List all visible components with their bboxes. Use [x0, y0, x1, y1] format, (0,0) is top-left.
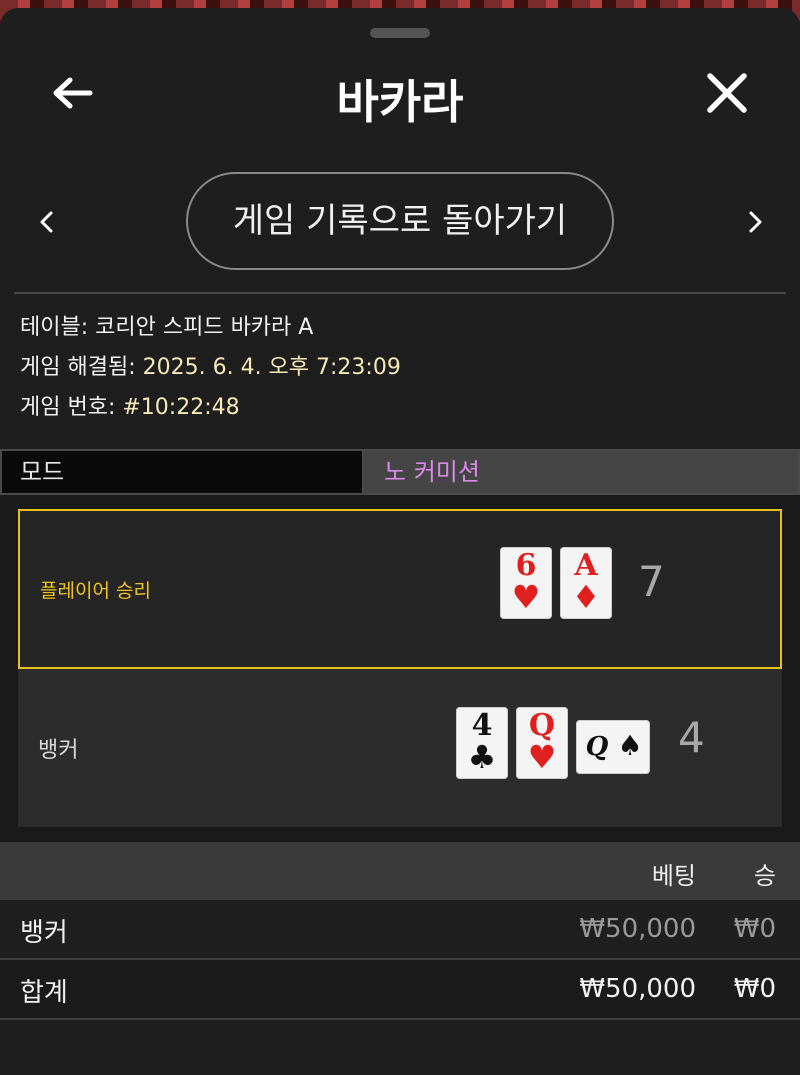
diamond-icon: ♦	[571, 578, 601, 616]
back-to-history-button[interactable]: 게임 기록으로 돌아가기	[186, 172, 614, 270]
game-number-label: 게임 번호:	[20, 395, 116, 420]
playing-card: A ♦	[560, 547, 612, 619]
divider	[14, 292, 786, 294]
table-value: 코리안 스피드 바카라 A	[95, 315, 314, 340]
mode-label: 모드	[2, 451, 362, 493]
close-button[interactable]	[700, 66, 754, 120]
game-nav: 게임 기록으로 돌아가기	[0, 172, 800, 272]
spade-icon: ♠	[617, 729, 643, 762]
bet-name: 뱅커	[20, 918, 68, 948]
player-total: 7	[638, 557, 665, 606]
bet-amount: ₩50,000	[579, 914, 696, 944]
player-result-label: 플레이어 승리	[40, 579, 151, 602]
table-label: 테이블:	[20, 315, 89, 340]
page-title: 바카라	[336, 75, 464, 129]
heart-icon: ♥	[527, 738, 557, 776]
mode-value: 노 커미션	[364, 451, 798, 493]
player-hand: 플레이어 승리 6 ♥ A ♦ 7	[18, 509, 782, 669]
total-win-amount: ₩0	[733, 974, 776, 1004]
playing-card: Q ♥	[516, 707, 568, 779]
sheet-grabber[interactable]	[370, 28, 430, 38]
table-row: 뱅커 ₩50,000 ₩0	[0, 900, 800, 960]
win-amount: ₩0	[733, 914, 776, 944]
total-label: 합계	[20, 978, 68, 1008]
chevron-left-icon	[40, 211, 53, 233]
next-game-button[interactable]	[740, 202, 770, 242]
win-column-header: 승	[753, 862, 776, 890]
game-number-info: 게임 번호: #10:22:48	[20, 388, 401, 428]
heart-icon: ♥	[511, 578, 541, 616]
mode-row: 모드 노 커미션	[0, 449, 800, 495]
bet-column-header: 베팅	[651, 862, 696, 890]
banker-cards: 4 ♣ Q ♥ Q ♠	[456, 707, 650, 779]
playing-card-sideways: Q ♠	[576, 720, 650, 774]
table-info: 테이블: 코리안 스피드 바카라 A	[20, 308, 401, 348]
close-icon	[707, 73, 747, 113]
resolved-label: 게임 해결됨:	[20, 355, 136, 380]
card-rank: Q	[585, 732, 609, 762]
playing-card: 4 ♣	[456, 707, 508, 779]
banker-label: 뱅커	[38, 738, 79, 763]
game-number-value: #10:22:48	[122, 395, 240, 420]
header: 바카라	[0, 58, 800, 129]
banker-hand: 뱅커 4 ♣ Q ♥ Q ♠ 4	[18, 669, 782, 827]
hand-results: 플레이어 승리 6 ♥ A ♦ 7 뱅커 4 ♣ Q ♥ Q ♠ 4	[0, 495, 800, 842]
resolved-value: 2025. 6. 4. 오후 7:23:09	[142, 355, 401, 380]
player-cards: 6 ♥ A ♦	[500, 547, 612, 619]
prev-game-button[interactable]	[32, 202, 62, 242]
bet-table: 베팅 승 뱅커 ₩50,000 ₩0 합계 ₩50,000 ₩0	[0, 842, 800, 1020]
chevron-right-icon	[749, 211, 762, 233]
banker-total: 4	[678, 713, 705, 762]
playing-card: 6 ♥	[500, 547, 552, 619]
resolved-info: 게임 해결됨: 2025. 6. 4. 오후 7:23:09	[20, 348, 401, 388]
game-detail-sheet: 바카라 게임 기록으로 돌아가기 테이블: 코리안 스피드 바카라 A 게임 해…	[0, 8, 800, 1075]
total-bet-amount: ₩50,000	[579, 974, 696, 1004]
total-row: 합계 ₩50,000 ₩0	[0, 960, 800, 1020]
club-icon: ♣	[467, 738, 497, 776]
bet-table-header: 베팅 승	[0, 842, 800, 900]
game-info: 테이블: 코리안 스피드 바카라 A 게임 해결됨: 2025. 6. 4. 오…	[20, 308, 401, 428]
